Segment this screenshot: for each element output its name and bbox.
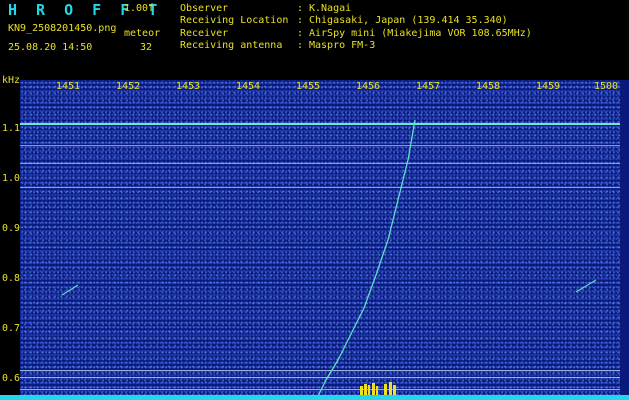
y-tick-label: 1.1 bbox=[2, 123, 21, 134]
meteor-trail-main bbox=[315, 119, 416, 400]
info-key: Observer bbox=[180, 3, 229, 14]
info-row-antenna: Receiving antenna: Maspro FM-3 bbox=[180, 40, 532, 52]
info-sep: : bbox=[297, 15, 304, 27]
version-label: 1.00f bbox=[124, 3, 155, 14]
info-sep: : bbox=[297, 27, 304, 39]
meteor-trail-right bbox=[575, 279, 597, 293]
meteor-count: 32 bbox=[140, 42, 153, 53]
x-tick-label: 1456 bbox=[356, 81, 381, 92]
header-panel: H R O F F T 1.00f KN9_2508201450.png met… bbox=[0, 0, 629, 78]
info-row-location: Receiving Location: Chigasaki, Japan (139… bbox=[180, 15, 532, 27]
signal-level-bar bbox=[0, 395, 629, 400]
y-axis-unit: kHz bbox=[2, 75, 21, 86]
y-tick-label: 0.9 bbox=[2, 223, 21, 234]
signal-spike bbox=[372, 383, 375, 395]
file-name: KN9_2508201450.png bbox=[8, 23, 117, 34]
y-tick-label: 0.7 bbox=[2, 323, 21, 334]
x-tick-label: 1500 bbox=[594, 81, 619, 92]
info-row-receiver: Receiver: AirSpy mini (Miakejima VOR 108.… bbox=[180, 28, 532, 40]
spectrogram bbox=[20, 80, 620, 400]
info-key: Receiving antenna bbox=[180, 39, 283, 51]
y-tick-label: 0.6 bbox=[2, 373, 21, 384]
x-tick-label: 1455 bbox=[296, 81, 321, 92]
info-value: Chigasaki, Japan (139.414 35.340) bbox=[309, 15, 508, 27]
info-value: K.Nagai bbox=[309, 3, 352, 14]
meteor-trail-left bbox=[61, 284, 79, 296]
x-tick-label: 1454 bbox=[236, 81, 261, 92]
info-value: Maspro FM-3 bbox=[309, 39, 376, 51]
info-sep: : bbox=[297, 3, 304, 14]
info-key: Receiving Location bbox=[180, 15, 289, 27]
signal-spike bbox=[364, 384, 367, 395]
info-sep: : bbox=[297, 39, 304, 51]
signal-spike bbox=[389, 382, 392, 395]
meteor-echoes bbox=[61, 119, 597, 400]
x-tick-label: 1453 bbox=[176, 81, 201, 92]
signal-spike bbox=[384, 384, 387, 395]
info-key: Receiver bbox=[180, 27, 229, 39]
signal-spike bbox=[376, 386, 378, 395]
x-tick-label: 1459 bbox=[536, 81, 561, 92]
observation-info: Observer: K.Nagai Receiving Location: Chig… bbox=[180, 3, 532, 52]
meteor-label: meteor bbox=[124, 28, 161, 39]
x-tick-label: 1458 bbox=[476, 81, 501, 92]
x-tick-label: 1457 bbox=[416, 81, 441, 92]
signal-spike bbox=[393, 385, 396, 395]
y-tick-label: 1.0 bbox=[2, 173, 21, 184]
info-value: AirSpy mini (Miakejima VOR 108.65MHz) bbox=[309, 27, 532, 39]
y-tick-label: 0.8 bbox=[2, 273, 21, 284]
signal-spike bbox=[360, 386, 363, 395]
signal-spike bbox=[368, 385, 370, 395]
x-tick-label: 1452 bbox=[116, 81, 141, 92]
right-frame bbox=[620, 80, 629, 400]
info-row-observer: Observer: K.Nagai bbox=[180, 3, 532, 15]
timestamp: 25.08.20 14:50 bbox=[8, 42, 93, 53]
x-tick-label: 1451 bbox=[56, 81, 81, 92]
